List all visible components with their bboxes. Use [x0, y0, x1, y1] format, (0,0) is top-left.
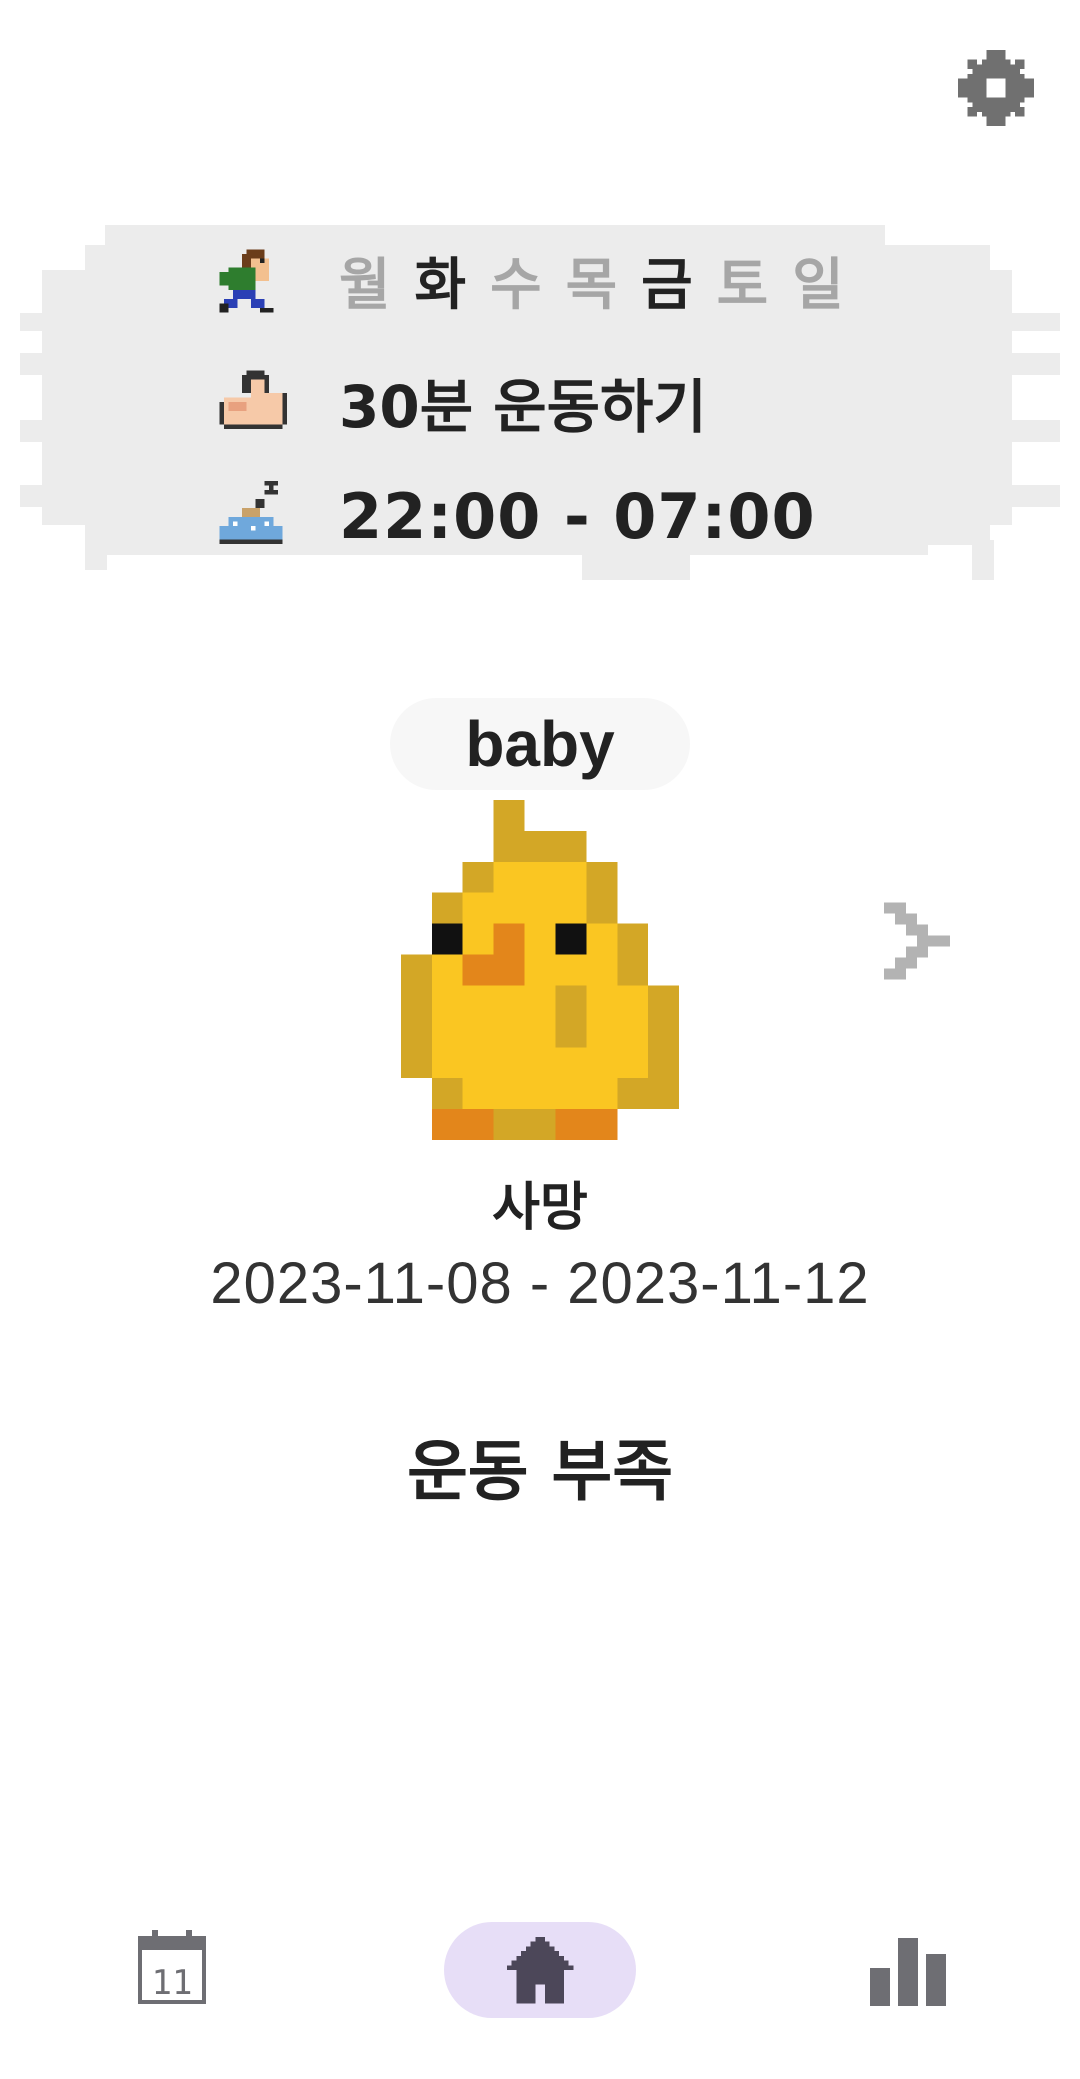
day-sat: 토 [716, 253, 771, 318]
sleep-time-row: 22:00 - 07:00 [215, 480, 816, 553]
chevron-right-icon[interactable] [884, 902, 950, 980]
growth-stage-badge: baby [390, 698, 690, 790]
day-tue: 화 [414, 253, 469, 318]
nav-home-button[interactable] [444, 1922, 636, 2018]
pet-date-range: 2023-11-08 - 2023-11-12 [210, 1251, 870, 1316]
day-wed: 수 [490, 253, 544, 318]
gear-icon[interactable] [958, 50, 1034, 126]
home-screen: 월 화 수 목 금 토 일 30분 운동하기 22:00 - 07:00 bab… [0, 0, 1080, 2079]
growth-stage-label: baby [465, 708, 615, 780]
bar-chart-icon[interactable] [870, 1934, 946, 2006]
calendar-day-number: 11 [152, 1963, 193, 2003]
goal-text: 30분 운동하기 [339, 373, 707, 441]
day-sun: 일 [792, 253, 846, 318]
running-man-icon [219, 249, 274, 312]
sleep-time-text: 22:00 - 07:00 [339, 480, 816, 553]
home-icon [506, 1936, 574, 2004]
exercise-goal-row: 30분 운동하기 [215, 360, 707, 444]
chick-character[interactable] [400, 800, 680, 1140]
day-mon: 월 [339, 253, 393, 318]
death-reason: 운동 부족 [407, 1433, 673, 1510]
flexed-arm-icon [219, 370, 287, 429]
sleeping-icon [219, 480, 283, 544]
weekday-row: 월 화 수 목 금 토 일 [215, 240, 868, 321]
day-fri: 금 [641, 253, 695, 318]
calendar-icon[interactable]: 11 [136, 1930, 208, 2006]
day-thu: 목 [565, 253, 620, 318]
pet-status-name: 사망 [492, 1178, 588, 1238]
